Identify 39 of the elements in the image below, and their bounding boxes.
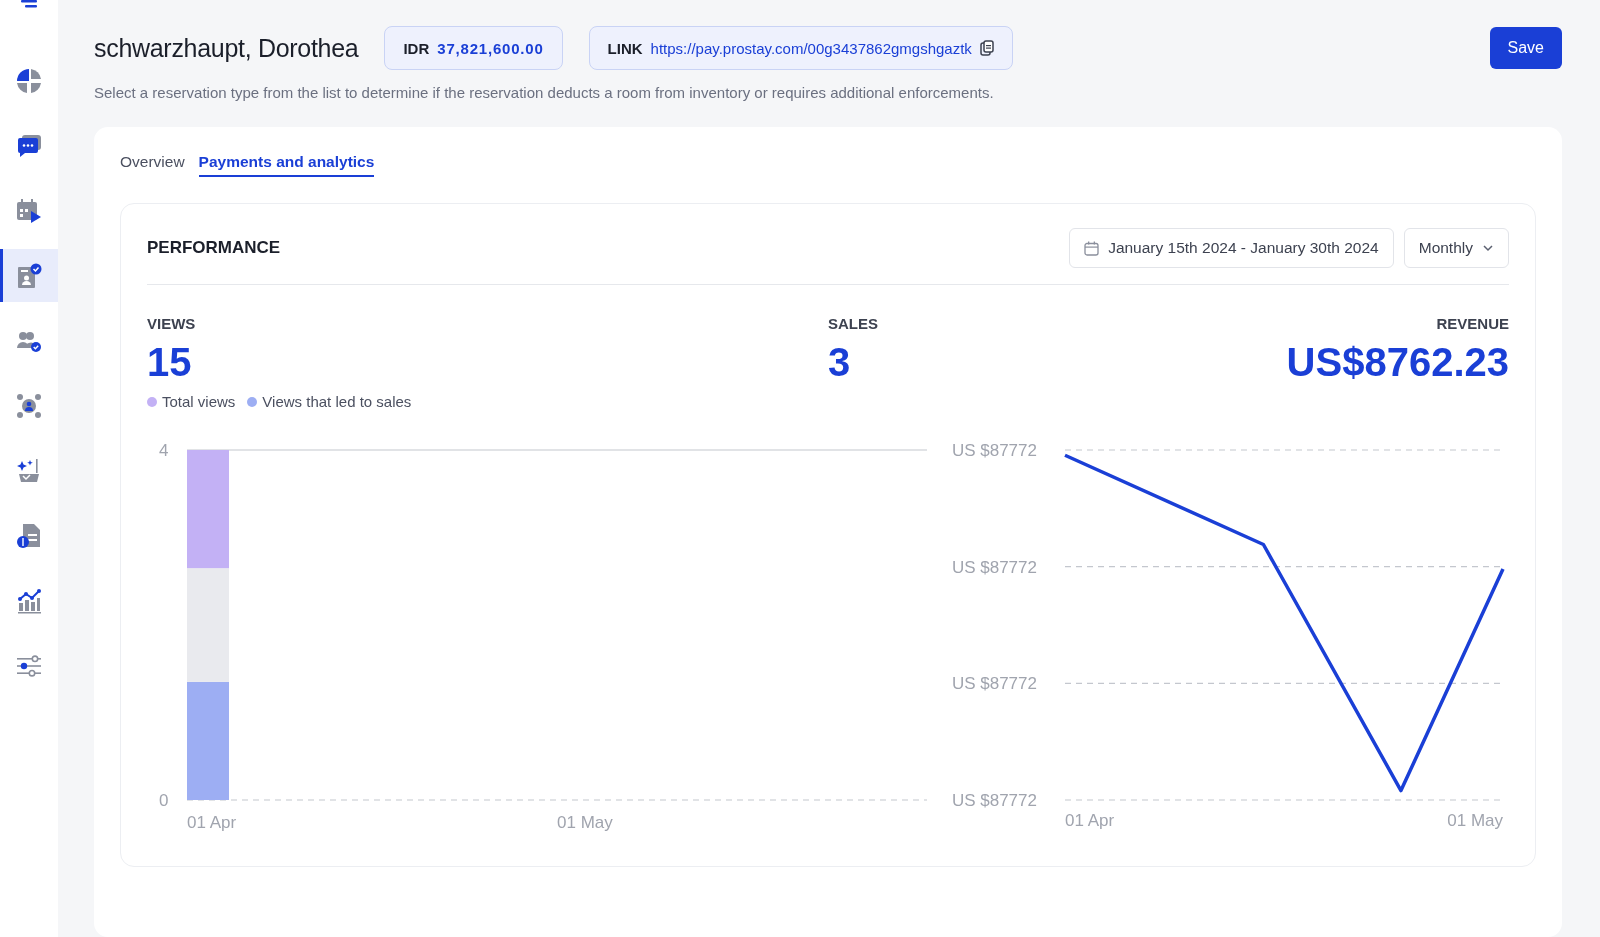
- period-dropdown[interactable]: Monthly: [1403, 228, 1509, 268]
- axis-label: 01 May: [1447, 811, 1503, 830]
- axis-label: 01 Apr: [1065, 811, 1115, 830]
- chevron-down-icon: [1482, 244, 1494, 252]
- id-card-icon: [15, 261, 43, 290]
- save-button[interactable]: Save: [1489, 27, 1562, 69]
- payment-link-chip: LINK https://pay.prostay.com/00g3437862gmgshgaztk: [588, 26, 1013, 70]
- calendar-icon: [1084, 240, 1100, 256]
- page-title: schwarzhaupt, Dorothea: [94, 33, 359, 63]
- axis-label: US $87772: [951, 441, 1037, 460]
- payment-link[interactable]: https://pay.prostay.com/00g3437862gmgshgaztk: [650, 39, 972, 57]
- stat-label: SALES: [828, 315, 878, 332]
- axis-label: 01 Apr: [187, 813, 237, 832]
- sidebar-item[interactable]: [0, 249, 58, 302]
- tab[interactable]: Payments and analytics: [198, 153, 375, 177]
- date-range-picker[interactable]: January 15th 2024 - January 30th 2024: [1069, 228, 1394, 268]
- description: Select a reservation type from the list to determine if the reservation deducts a room from inventory or requires additional enforcements.: [94, 84, 995, 101]
- pie-chart-icon: [15, 66, 43, 95]
- user-network-icon: [15, 391, 43, 420]
- stat-value: 3: [828, 340, 852, 385]
- analytics-icon: [15, 586, 43, 615]
- stat-label: REVENUE: [1435, 315, 1509, 332]
- axis-label: 4: [159, 441, 169, 460]
- menu-icon[interactable]: [19, 0, 39, 8]
- stat-value: 15: [147, 340, 193, 385]
- tab[interactable]: Overview: [120, 153, 185, 177]
- calendar-icon: [15, 196, 43, 225]
- legend-label: Total views: [162, 393, 236, 410]
- copy-icon[interactable]: [979, 40, 994, 56]
- axis-label: US $87772: [951, 674, 1037, 694]
- axis-label: 0: [159, 791, 169, 810]
- amount-chip: IDR 37,821,600.00: [384, 26, 563, 70]
- axis-label: 01 May: [557, 813, 613, 832]
- stat-label: VIEWS: [147, 315, 197, 332]
- legend-label: Views that led to sales: [262, 393, 412, 410]
- axis-label: US $87772: [951, 791, 1037, 810]
- stat-value: US$8762.23: [1286, 340, 1509, 385]
- axis-label: US $87772: [951, 557, 1037, 577]
- panel-title: PERFORMANCE: [147, 238, 281, 258]
